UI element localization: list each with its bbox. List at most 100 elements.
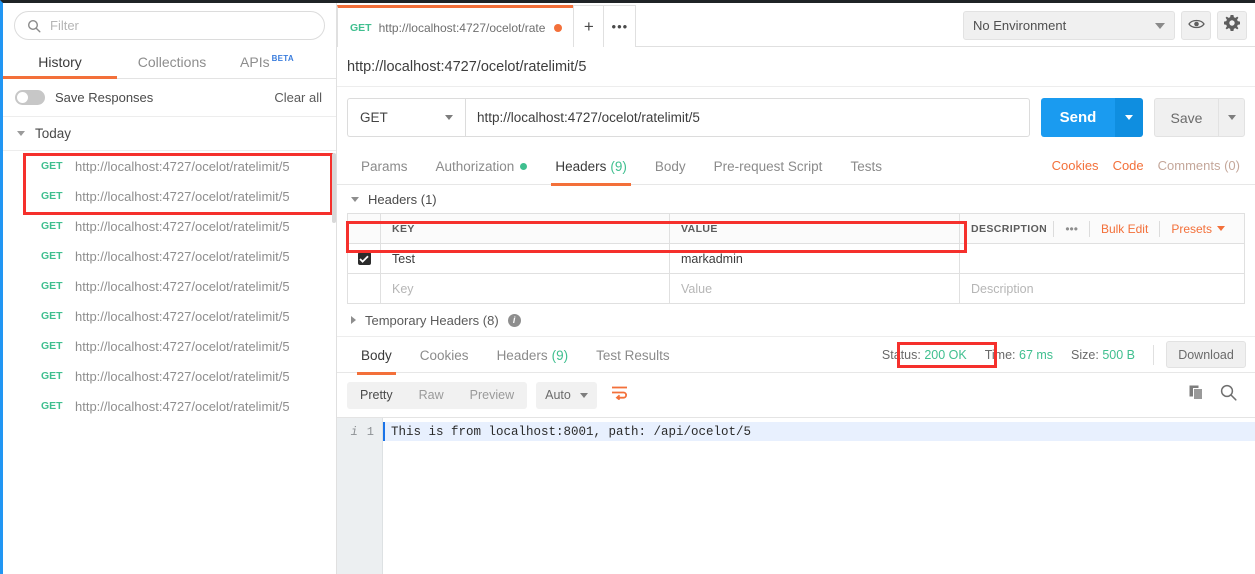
main-panel: GET http://localhost:4727/ocelot/rate + … [337,3,1255,574]
settings-button[interactable] [1217,11,1247,40]
new-tab-button[interactable]: + [573,5,605,47]
sidebar-tab-apis[interactable]: APIs BETA [227,54,307,78]
method-select[interactable]: GET [347,98,465,137]
request-tab[interactable]: GET http://localhost:4727/ocelot/rate [337,5,575,47]
copy-icon[interactable] [1189,385,1204,406]
tab-tests-label: Tests [850,158,882,174]
list-item[interactable]: GET http://localhost:4727/ocelot/ratelim… [3,301,336,331]
placeholder-key-cell[interactable]: Key [381,274,670,303]
list-item[interactable]: GET http://localhost:4727/ocelot/ratelim… [3,331,336,361]
view-mode-raw[interactable]: Raw [406,382,457,409]
list-item[interactable]: GET http://localhost:4727/ocelot/ratelim… [3,241,336,271]
view-mode-preview[interactable]: Preview [457,382,527,409]
cookies-link[interactable]: Cookies [1052,158,1099,173]
response-tab-body[interactable]: Body [347,336,406,375]
row-key-cell[interactable]: Test [381,244,670,273]
save-button[interactable]: Save [1154,98,1218,137]
tab-headers[interactable]: Headers (9) [541,147,641,186]
response-body-line: This is from localhost:8001, path: /api/… [383,422,1255,441]
info-icon: i [350,424,358,439]
clear-all-button[interactable]: Clear all [274,90,322,105]
word-wrap-button[interactable] [606,382,634,409]
code-link[interactable]: Code [1113,158,1144,173]
headers-section-title-label: Headers (1) [368,191,437,207]
save-responses-label: Save Responses [55,90,154,105]
history-url: http://localhost:4727/ocelot/ratelimit/5 [75,308,290,324]
download-button[interactable]: Download [1166,341,1246,368]
history-group-today[interactable]: Today [3,117,336,151]
list-item[interactable]: GET http://localhost:4727/ocelot/ratelim… [3,271,336,301]
header-enabled-checkbox[interactable] [357,252,371,265]
row-key-value: Test [392,251,415,266]
bulk-edit-button[interactable]: Bulk Edit [1090,222,1159,236]
sidebar-tab-collections[interactable]: Collections [117,54,227,78]
time-label: Time: [984,347,1016,362]
history-group-label: Today [35,126,72,141]
list-item[interactable]: GET http://localhost:4727/ocelot/ratelim… [3,361,336,391]
list-item[interactable]: GET http://localhost:4727/ocelot/ratelim… [3,151,336,181]
row-value-value: markadmin [681,251,743,266]
tab-body-label: Body [654,158,686,174]
table-row[interactable]: Test markadmin [348,244,1244,274]
headers-more-button[interactable]: ••• [1054,222,1089,236]
response-body-tools-right [1189,384,1245,406]
history-method: GET [41,370,63,382]
filter-input[interactable] [50,18,312,33]
request-url-heading: http://localhost:4727/ocelot/ratelimit/5 [337,47,1255,87]
headers-section-title[interactable]: Headers (1) [337,185,1255,213]
tab-params[interactable]: Params [347,147,422,185]
sidebar-scrollbar[interactable] [332,153,336,223]
placeholder-description-label: Description [971,281,1034,296]
tab-authorization[interactable]: Authorization [422,147,542,185]
sidebar-tab-history[interactable]: History [3,54,117,79]
save-options-button[interactable] [1218,98,1245,137]
environment-quick-look-button[interactable] [1181,11,1211,40]
search-icon [27,19,41,33]
format-select-label: Auto [545,388,571,402]
size-label: Size: [1071,347,1099,362]
sidebar-tabs: History Collections APIs BETA [3,47,336,79]
placeholder-value-cell[interactable]: Value [670,274,960,303]
history-url: http://localhost:4727/ocelot/ratelimit/5 [75,248,290,264]
line-number-gutter: i 1 [337,418,383,574]
tab-pre-request-script[interactable]: Pre-request Script [700,147,837,185]
format-select[interactable]: Auto [536,381,597,409]
placeholder-value-label: Value [681,281,713,296]
list-item[interactable]: GET http://localhost:4727/ocelot/ratelim… [3,391,336,421]
view-mode-pretty[interactable]: Pretty [347,382,406,409]
request-tabs-right-links: Cookies Code Comments (0) [1052,158,1245,173]
send-button[interactable]: Send [1041,98,1115,137]
search-icon[interactable] [1220,384,1237,406]
sidebar-tab-history-label: History [38,54,82,70]
url-input[interactable] [465,98,1030,137]
placeholder-description-cell[interactable]: Description [960,274,1244,303]
response-tab-headers[interactable]: Headers (9) [483,336,583,374]
row-description-cell[interactable] [960,244,1244,273]
temporary-headers-row[interactable]: Temporary Headers (8) i [337,304,1255,336]
environment-select[interactable]: No Environment [963,11,1175,40]
header-cell-description-label: DESCRIPTION [971,222,1048,235]
tab-tests[interactable]: Tests [836,147,896,185]
list-item[interactable]: GET http://localhost:4727/ocelot/ratelim… [3,211,336,241]
word-wrap-icon [611,385,628,405]
send-options-button[interactable] [1115,98,1143,137]
response-tab-test-results[interactable]: Test Results [582,336,684,374]
response-tab-cookies[interactable]: Cookies [406,336,483,374]
response-tab-headers-label: Headers [496,347,548,363]
temporary-headers-label: Temporary Headers (8) [365,312,499,328]
more-tabs-button[interactable]: ••• [603,5,637,47]
response-tab-cookies-label: Cookies [419,347,469,363]
search-box[interactable] [14,11,325,40]
tab-body[interactable]: Body [641,147,700,185]
row-value-cell[interactable]: markadmin [670,244,960,273]
history-url: http://localhost:4727/ocelot/ratelimit/5 [75,398,290,414]
response-body-viewer[interactable]: i 1 This is from localhost:8001, path: /… [337,417,1255,574]
presets-button[interactable]: Presets [1160,222,1217,236]
save-responses-toggle[interactable] [15,90,45,105]
info-icon[interactable]: i [507,313,521,327]
list-item[interactable]: GET http://localhost:4727/ocelot/ratelim… [3,181,336,211]
table-row-placeholder[interactable]: Key Value Description [348,274,1244,304]
comments-link[interactable]: Comments (0) [1158,158,1240,173]
tab-headers-label: Headers [555,158,607,174]
header-cell-key: KEY [381,214,670,243]
